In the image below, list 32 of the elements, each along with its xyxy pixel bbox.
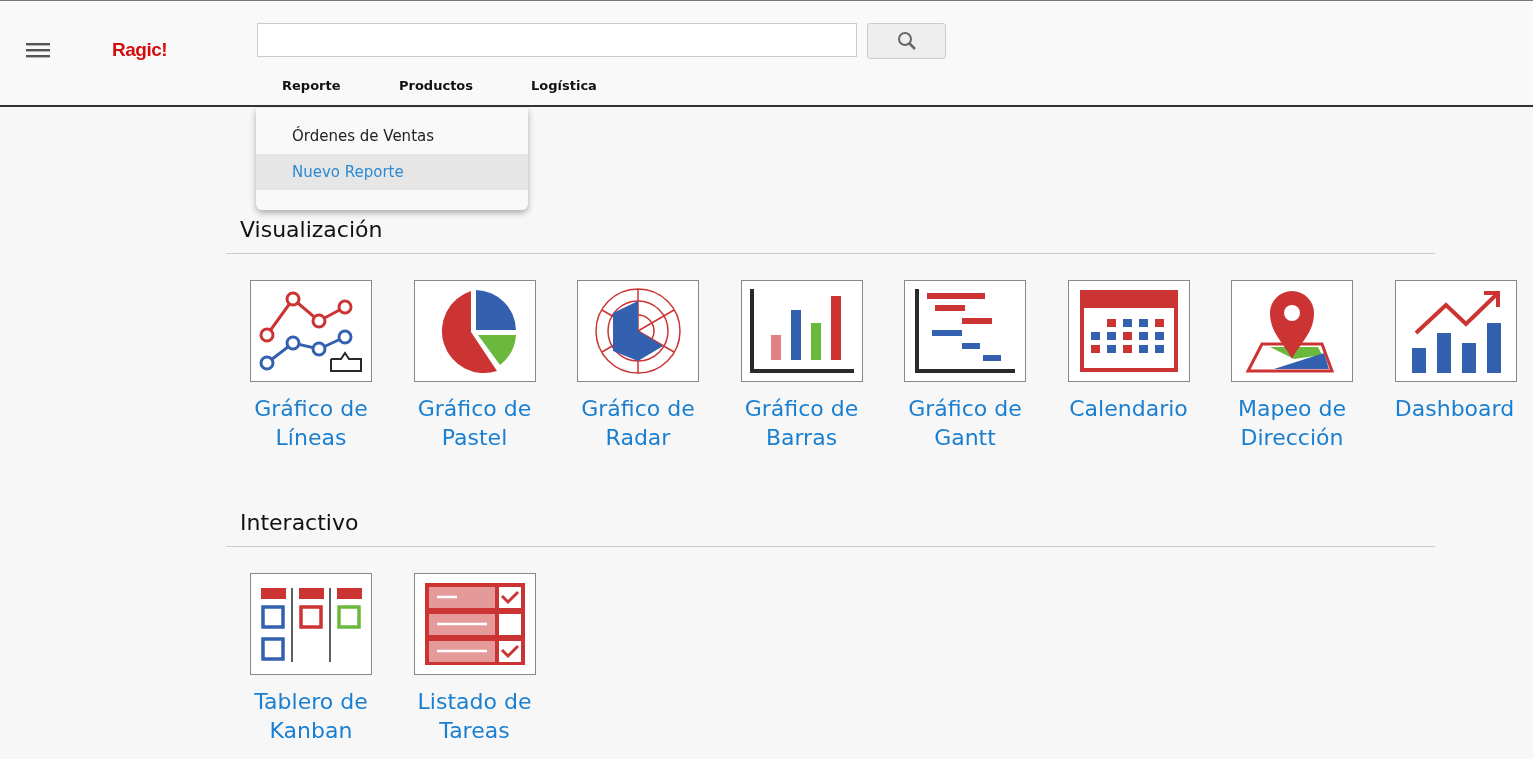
logo[interactable]: Ragic!	[112, 39, 168, 61]
section-heading: Visualización	[240, 217, 384, 244]
nav-tab[interactable]: Reporte	[257, 78, 374, 93]
tile-link[interactable]: Gráfico de Líneas	[250, 394, 372, 452]
tile-link[interactable]: Calendario	[1067, 394, 1190, 423]
section-heading: Interactivo	[240, 510, 360, 537]
kanban-board-icon	[250, 573, 372, 675]
task-list-icon	[413, 573, 536, 675]
tile-link[interactable]: Gráfico de Barras	[740, 394, 863, 452]
search-field[interactable]	[257, 23, 857, 57]
tile-link[interactable]: Gráfico de Gantt	[904, 394, 1026, 452]
tile-link[interactable]: Mapeo de Dirección	[1231, 394, 1353, 452]
line-chart-icon	[250, 280, 372, 382]
tile-link[interactable]: Listado de Tareas	[413, 687, 536, 745]
tile-link[interactable]: Gráfico de Pastel	[413, 394, 536, 452]
menu-icon[interactable]	[26, 41, 50, 59]
pie-chart-icon	[413, 280, 536, 382]
gantt-chart-icon	[904, 280, 1026, 382]
nav-tab[interactable]: Logística	[506, 78, 622, 93]
search-icon	[896, 31, 917, 51]
tile-link[interactable]: Dashboard	[1384, 394, 1525, 423]
map-pin-icon	[1231, 280, 1353, 382]
calendar-icon	[1067, 280, 1190, 382]
tile-link[interactable]: Gráfico de Radar	[577, 394, 699, 452]
dashboard-icon	[1394, 280, 1517, 382]
bar-chart-icon	[740, 280, 863, 382]
menu-item[interactable]: Órdenes de Ventas	[256, 118, 528, 154]
search-button[interactable]	[867, 23, 946, 59]
radar-chart-icon	[577, 280, 699, 382]
tile-link[interactable]: Tablero de Kanban	[250, 687, 372, 745]
menu-item[interactable]: Nuevo Reporte	[256, 154, 528, 190]
nav-tab[interactable]: Productos	[374, 78, 506, 93]
